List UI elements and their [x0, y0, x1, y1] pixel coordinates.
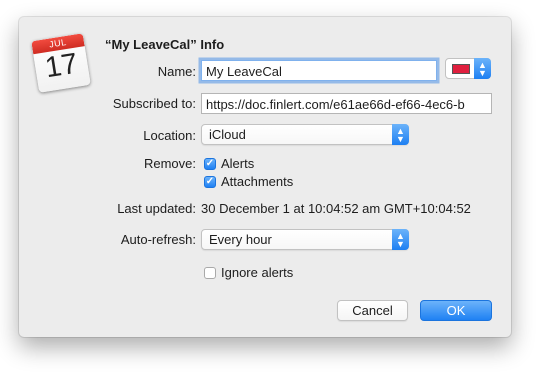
- info-dialog: JUL 17 “My LeaveCal” Info Name: My Leave…: [19, 17, 511, 337]
- remove-alerts-label: Alerts: [221, 156, 255, 171]
- checkbox-box: [204, 266, 216, 279]
- chevron-updown-icon: ▲ ▼: [392, 124, 409, 145]
- calendar-icon-day: 17: [43, 47, 80, 85]
- name-label: Name:: [157, 64, 196, 79]
- location-value: iCloud: [209, 127, 246, 142]
- name-field[interactable]: My LeaveCal: [201, 60, 437, 81]
- remove-alerts-checkbox[interactable]: ✓ Alerts: [204, 156, 254, 171]
- calendar-color-popup[interactable]: ▲ ▼: [445, 58, 491, 79]
- dialog-title: “My LeaveCal” Info: [105, 37, 225, 52]
- cancel-button[interactable]: Cancel: [337, 300, 408, 321]
- subscribed-label: Subscribed to:: [112, 96, 196, 111]
- color-swatch: [452, 64, 470, 74]
- location-label: Location:: [143, 128, 196, 143]
- checkmark-icon: ✓: [204, 157, 216, 170]
- chevron-updown-icon: ▲ ▼: [474, 58, 491, 79]
- auto-refresh-popup[interactable]: Every hour ▲ ▼: [201, 229, 409, 250]
- calendar-icon: JUL 17: [31, 33, 91, 93]
- checkmark-icon: ✓: [204, 175, 216, 188]
- location-popup[interactable]: iCloud ▲ ▼: [201, 124, 409, 145]
- remove-label: Remove:: [143, 156, 196, 171]
- last-updated-value: 30 December 1 at 10:04:52 am GMT+10:04:5…: [201, 201, 471, 216]
- last-updated-label: Last updated:: [117, 201, 196, 216]
- auto-refresh-label: Auto-refresh:: [120, 232, 196, 247]
- remove-attachments-label: Attachments: [221, 174, 294, 189]
- ignore-alerts-checkbox[interactable]: Ignore alerts: [204, 265, 293, 280]
- subscription-url-field[interactable]: https://doc.finlert.com/e61ae66d-ef66-4e…: [201, 93, 492, 114]
- chevron-updown-icon: ▲ ▼: [392, 229, 409, 250]
- auto-refresh-value: Every hour: [209, 232, 272, 247]
- ok-button[interactable]: OK: [420, 300, 492, 321]
- ignore-alerts-label: Ignore alerts: [221, 265, 294, 280]
- remove-attachments-checkbox[interactable]: ✓ Attachments: [204, 174, 293, 189]
